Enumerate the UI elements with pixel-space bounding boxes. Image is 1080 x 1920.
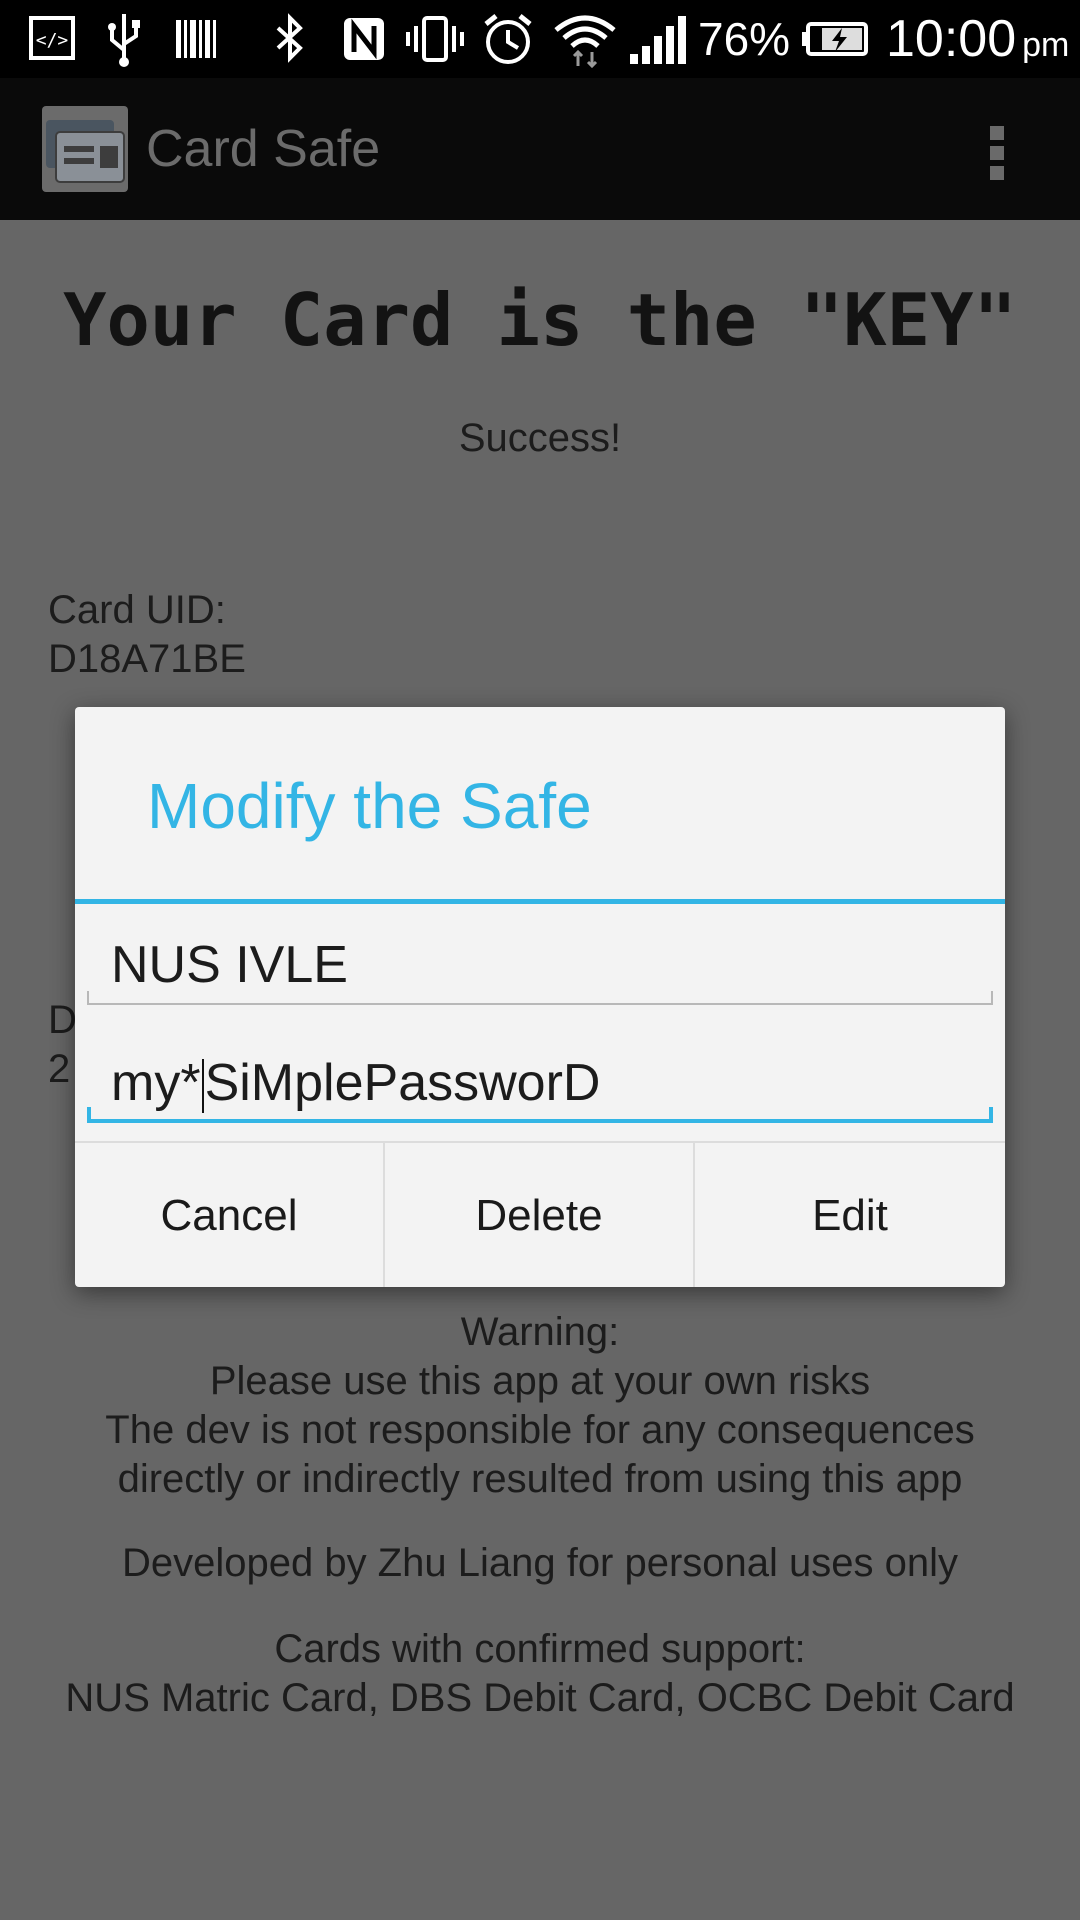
dialog-button-bar: Cancel Delete Edit (75, 1141, 1005, 1287)
password-text-after: SiMplePassworD (204, 1054, 601, 1112)
delete-button[interactable]: Delete (385, 1143, 693, 1287)
modify-safe-dialog: Modify the Safe NUS IVLE my*SiMplePasswo… (75, 707, 1005, 1287)
password-field[interactable]: my*SiMplePassworD (87, 1043, 993, 1123)
dialog-title: Modify the Safe (147, 770, 592, 842)
password-text-before: my* (111, 1054, 201, 1112)
name-field[interactable]: NUS IVLE (87, 925, 993, 1005)
edit-button[interactable]: Edit (695, 1143, 1005, 1287)
text-cursor (201, 1059, 204, 1114)
cancel-button[interactable]: Cancel (75, 1143, 383, 1287)
dialog-divider (75, 899, 1005, 904)
